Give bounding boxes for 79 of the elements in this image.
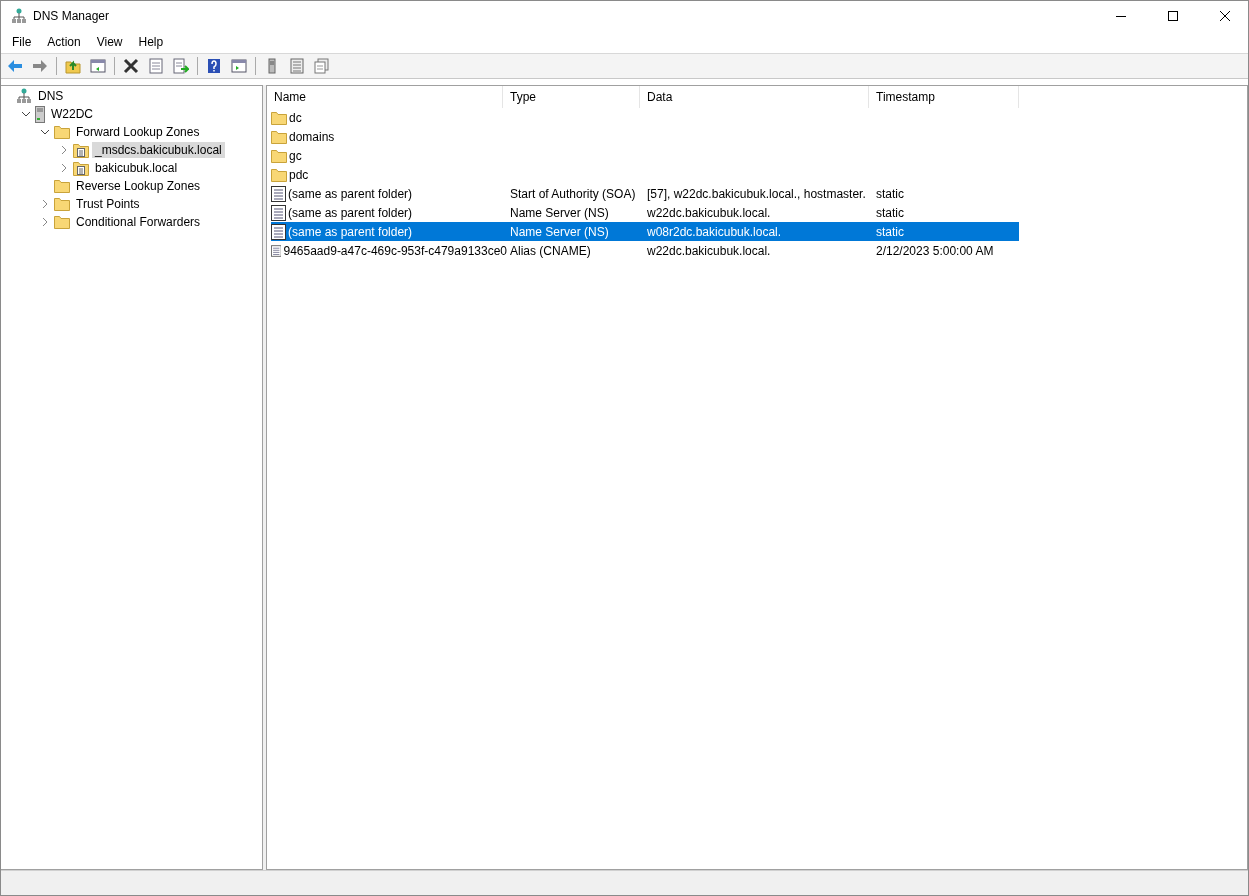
back-arrow-icon — [7, 58, 23, 74]
expand-chevron-icon[interactable] — [42, 199, 48, 209]
export-list-icon — [173, 58, 189, 74]
tree-pane-icon — [90, 58, 106, 74]
forward-arrow-icon — [32, 58, 48, 74]
table-cell: (same as parent folder) — [288, 224, 413, 239]
table-row[interactable]: pdc — [271, 165, 1019, 184]
expand-chevron-icon[interactable] — [61, 163, 67, 173]
expand-chevron-icon[interactable] — [42, 217, 48, 227]
folder-icon — [271, 110, 287, 125]
table-row[interactable]: gc — [271, 146, 1019, 165]
table-row[interactable]: (same as parent folder) Name Server (NS) w22dc.bakicubuk.local. static — [271, 203, 1019, 222]
network-icon — [11, 8, 27, 24]
copy-icon — [314, 58, 330, 74]
tree-item[interactable]: W22DC — [48, 106, 96, 122]
table-row[interactable]: (same as parent folder) Start of Authority (SOA) [57], w22dc.bakicubuk.local., hostmaster. static — [271, 184, 1019, 203]
table-cell: 9465aad9-a47c-469c-953f-c479a9133ce0 — [283, 243, 507, 258]
tree-item[interactable]: bakicubuk.local — [92, 160, 181, 176]
minimize-icon — [1116, 15, 1126, 17]
tree-item[interactable]: Trust Points — [73, 196, 143, 212]
collapse-chevron-icon[interactable] — [21, 111, 31, 117]
folder-icon — [271, 129, 287, 144]
delete-icon — [123, 58, 139, 74]
zone-file-icon — [73, 142, 89, 158]
list-icon — [289, 58, 305, 74]
folder-icon — [271, 148, 287, 163]
menu-item[interactable]: View — [88, 35, 131, 49]
table-cell: dc — [289, 110, 302, 125]
tree-item[interactable]: _msdcs.bakicubuk.local — [92, 142, 225, 158]
server-icon — [35, 105, 45, 123]
tree-item[interactable]: DNS — [35, 88, 67, 104]
table-cell-text: Start of Authority (SOA) — [509, 186, 637, 201]
table-cell: domains — [289, 129, 335, 144]
tree-item[interactable]: Reverse Lookup Zones — [73, 178, 204, 194]
menu-item[interactable]: File — [4, 35, 40, 49]
table-cell: (same as parent folder) — [288, 186, 413, 201]
table-row[interactable]: (same as parent folder) Name Server (NS) w08r2dc.bakicubuk.local. static — [271, 222, 1019, 241]
tree-item[interactable]: Forward Lookup Zones — [73, 124, 203, 140]
table-cell-text: w08r2dc.bakicubuk.local. — [646, 224, 783, 239]
properties-icon — [148, 58, 164, 74]
table-cell-text: Name Server (NS) — [509, 224, 610, 239]
folder-icon — [54, 215, 70, 229]
collapse-chevron-icon[interactable] — [40, 129, 50, 135]
record-icon — [271, 204, 286, 221]
table-cell-text: static — [875, 224, 905, 239]
table-row[interactable]: domains — [271, 127, 1019, 146]
action-pane-icon — [231, 58, 247, 74]
table-cell-text: w22dc.bakicubuk.local. — [646, 205, 772, 220]
table-cell-text: 2/12/2023 5:00:00 AM — [875, 243, 995, 258]
network-icon — [16, 88, 32, 104]
table-cell-text: static — [875, 186, 905, 201]
help-icon — [206, 58, 222, 74]
close-icon — [1220, 11, 1230, 21]
tree-item[interactable]: Conditional Forwarders — [73, 214, 204, 230]
folder-icon — [54, 125, 70, 139]
table-cell-text: static — [875, 205, 905, 220]
folder-icon — [54, 179, 70, 193]
window-title: DNS Manager — [33, 9, 111, 23]
maximize-icon — [1168, 11, 1178, 21]
folder-icon — [271, 167, 287, 182]
up-folder-icon — [65, 58, 81, 74]
table-row[interactable]: dc — [271, 108, 1019, 127]
menu-item[interactable]: Help — [130, 35, 172, 49]
table-cell-text: Alias (CNAME) — [509, 243, 592, 258]
export-list-button[interactable] — [170, 55, 192, 77]
table-cell-text: [57], w22dc.bakicubuk.local., hostmaster. — [646, 186, 867, 201]
record-icon — [271, 223, 286, 240]
zone-file-icon — [73, 160, 89, 176]
table-cell: (same as parent folder) — [288, 205, 413, 220]
record-icon — [271, 185, 286, 202]
table-cell-text: w22dc.bakicubuk.local. — [646, 243, 772, 258]
table-cell: gc — [289, 148, 302, 163]
table-cell: pdc — [289, 167, 309, 182]
table-cell-text: Name Server (NS) — [509, 205, 610, 220]
table-row[interactable]: 9465aad9-a47c-469c-953f-c479a9133ce0 Alias (CNAME) w22dc.bakicubuk.local. 2/12/2023 5:00:00 AM — [271, 241, 1019, 260]
menu-item[interactable]: Action — [39, 35, 89, 49]
record-icon — [271, 242, 282, 259]
expand-chevron-icon[interactable] — [61, 145, 67, 155]
folder-icon — [54, 197, 70, 211]
